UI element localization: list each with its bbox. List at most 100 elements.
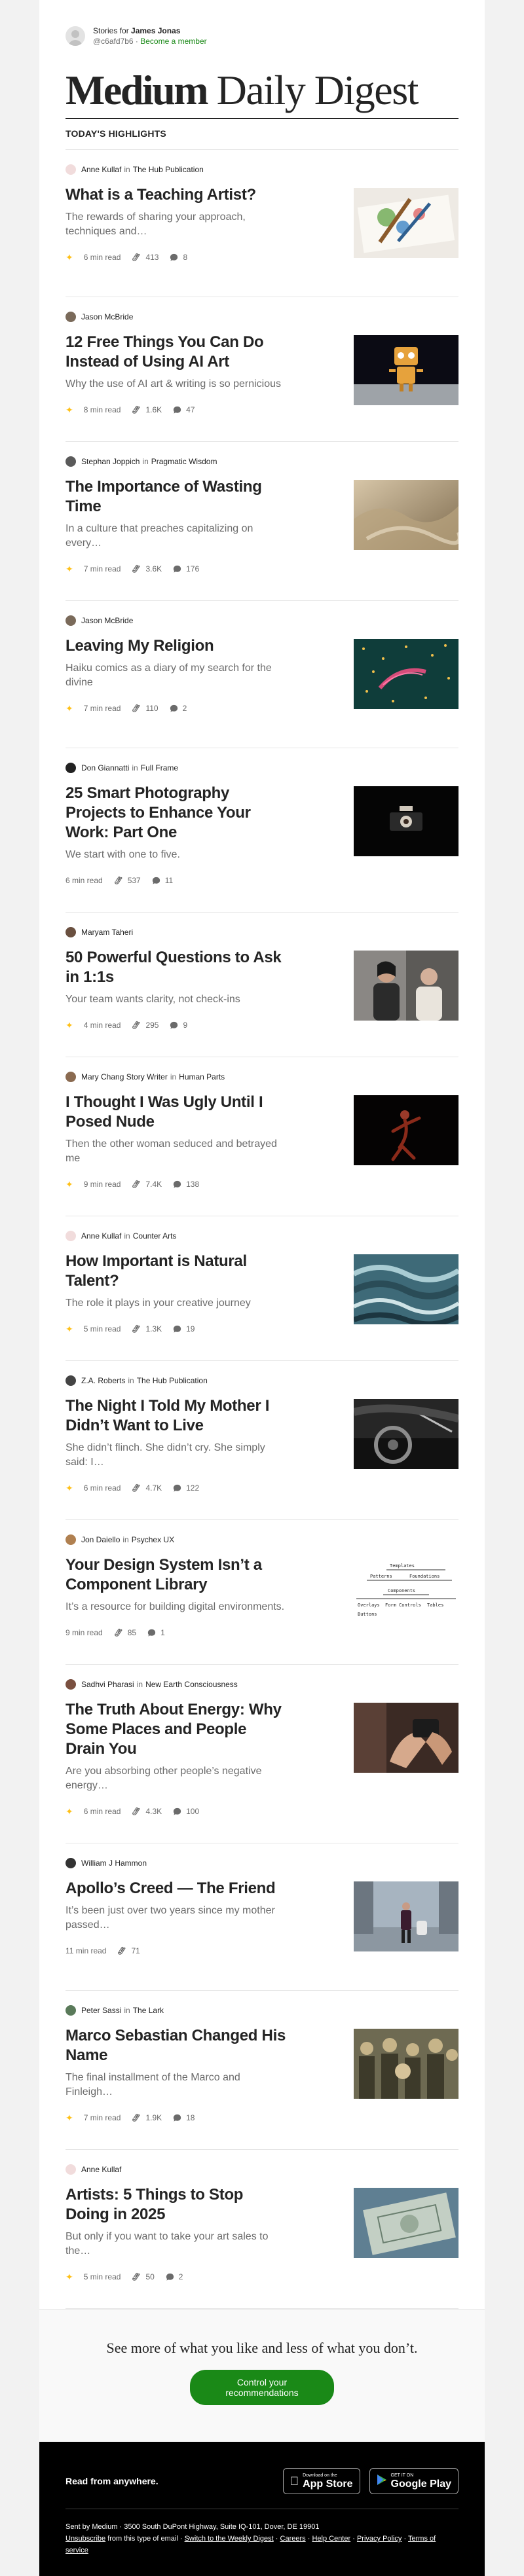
author-name[interactable]: Peter Sassi	[81, 2006, 121, 2015]
article-subtitle[interactable]: Are you absorbing other people’s negativ…	[66, 1764, 288, 1793]
author-avatar[interactable]	[66, 312, 76, 322]
unsubscribe-link[interactable]: Unsubscribe	[66, 2535, 105, 2543]
become-member-link[interactable]: Become a member	[140, 37, 206, 46]
user-name[interactable]: James Jonas	[131, 26, 180, 35]
author-avatar[interactable]	[66, 2005, 76, 2016]
article-title[interactable]: Leaving My Religion	[66, 636, 288, 656]
google-play-badge[interactable]: GET IT ON Google Play	[369, 2468, 458, 2494]
article-thumbnail[interactable]	[354, 335, 458, 405]
article-thumbnail[interactable]	[354, 951, 458, 1021]
author-avatar[interactable]	[66, 1072, 76, 1082]
author-name[interactable]: Anne Kullaf	[81, 165, 121, 174]
article-title[interactable]: What is a Teaching Artist?	[66, 185, 288, 205]
article-card[interactable]: Sadhvi Pharasi in New Earth Consciousness T…	[66, 1665, 458, 1843]
article-card[interactable]: Anne Kullaf Artists: 5 Things to Stop Doi…	[66, 2150, 458, 2309]
article-thumbnail[interactable]	[354, 639, 458, 709]
article-title[interactable]: The Importance of Wasting Time	[66, 477, 288, 517]
author-avatar[interactable]	[66, 1231, 76, 1241]
article-card[interactable]: Anne Kullaf in Counter Arts How Important i…	[66, 1216, 458, 1361]
article-subtitle[interactable]: The rewards of sharing your approach, te…	[66, 210, 288, 239]
author-avatar[interactable]	[66, 164, 76, 175]
author-name[interactable]: Mary Chang Story Writer	[81, 1072, 168, 1081]
article-subtitle[interactable]: The final installment of the Marco and F…	[66, 2071, 288, 2099]
article-subtitle[interactable]: It’s been just over two years since my m…	[66, 1904, 288, 1932]
article-title[interactable]: The Truth About Energy: Why Some Places …	[66, 1700, 288, 1759]
publication-name[interactable]: New Earth Consciousness	[145, 1680, 238, 1689]
author-avatar[interactable]	[66, 1679, 76, 1690]
article-subtitle[interactable]: Then the other woman seduced and betraye…	[66, 1137, 288, 1166]
careers-link[interactable]: Careers	[280, 2535, 306, 2543]
author-avatar[interactable]	[66, 615, 76, 626]
article-subtitle[interactable]: In a culture that preaches capitalizing …	[66, 522, 288, 551]
article-subtitle[interactable]: We start with one to five.	[66, 848, 288, 862]
article-subtitle[interactable]: Your team wants clarity, not check-ins	[66, 992, 288, 1007]
article-title[interactable]: Apollo’s Creed — The Friend	[66, 1879, 288, 1898]
author-avatar[interactable]	[66, 1534, 76, 1545]
help-center-link[interactable]: Help Center	[312, 2535, 350, 2543]
author-name[interactable]: Sadhvi Pharasi	[81, 1680, 134, 1689]
article-card[interactable]: Stephan Joppich in Pragmatic Wisdom The Imp…	[66, 442, 458, 601]
article-subtitle[interactable]: Haiku comics as a diary of my search for…	[66, 661, 288, 690]
article-subtitle[interactable]: Why the use of AI art & writing is so pe…	[66, 377, 288, 391]
publication-name[interactable]: Human Parts	[179, 1072, 225, 1081]
medium-logo[interactable]: Medium	[66, 67, 209, 113]
article-card[interactable]: Don Giannatti in Full Frame 25 Smart Photog…	[66, 748, 458, 913]
article-thumbnail[interactable]	[354, 2188, 458, 2258]
publication-name[interactable]: Counter Arts	[133, 1231, 177, 1241]
publication-name[interactable]: The Hub Publication	[137, 1376, 208, 1385]
control-recommendations-button[interactable]: Control your recommendations	[190, 2370, 334, 2405]
author-avatar[interactable]	[66, 1375, 76, 1386]
article-thumbnail[interactable]	[354, 1399, 458, 1469]
publication-name[interactable]: The Hub Publication	[133, 165, 204, 174]
article-title[interactable]: 12 Free Things You Can Do Instead of Usi…	[66, 333, 288, 372]
article-subtitle[interactable]: But only if you want to take your art sa…	[66, 2230, 288, 2259]
article-card[interactable]: Z.A. Roberts in The Hub Publication The Nig…	[66, 1361, 458, 1520]
app-store-badge[interactable]:  Download on the App Store	[282, 2468, 360, 2494]
user-avatar[interactable]	[66, 26, 85, 46]
author-avatar[interactable]	[66, 1858, 76, 1868]
article-thumbnail[interactable]	[354, 188, 458, 258]
article-thumbnail[interactable]	[354, 1881, 458, 1951]
article-title[interactable]: 50 Powerful Questions to Ask in 1:1s	[66, 948, 288, 987]
article-thumbnail[interactable]	[354, 480, 458, 550]
author-avatar[interactable]	[66, 763, 76, 773]
article-card[interactable]: Jon Daiello in Psychex UX Your Design Syste…	[66, 1520, 458, 1665]
author-name[interactable]: Z.A. Roberts	[81, 1376, 125, 1385]
article-title[interactable]: The Night I Told My Mother I Didn’t Want…	[66, 1396, 288, 1436]
article-card[interactable]: Peter Sassi in The Lark Marco Sebastian Cha…	[66, 1991, 458, 2150]
author-name[interactable]: Maryam Taheri	[81, 928, 133, 937]
article-subtitle[interactable]: It’s a resource for building digital env…	[66, 1600, 288, 1614]
publication-name[interactable]: The Lark	[133, 2006, 164, 2015]
article-title[interactable]: Marco Sebastian Changed His Name	[66, 2026, 288, 2065]
article-thumbnail[interactable]	[354, 1703, 458, 1773]
article-thumbnail[interactable]	[354, 1254, 458, 1324]
privacy-policy-link[interactable]: Privacy Policy	[357, 2535, 402, 2543]
article-thumbnail[interactable]	[354, 2029, 458, 2099]
author-name[interactable]: Jon Daiello	[81, 1535, 120, 1544]
author-avatar[interactable]	[66, 456, 76, 467]
publication-name[interactable]: Psychex UX	[132, 1535, 174, 1544]
author-name[interactable]: Don Giannatti	[81, 763, 129, 772]
article-card[interactable]: Maryam Taheri 50 Powerful Questions to As…	[66, 913, 458, 1057]
article-title[interactable]: Your Design System Isn’t a Component Lib…	[66, 1555, 288, 1595]
author-name[interactable]: Anne Kullaf	[81, 1231, 121, 1241]
article-thumbnail[interactable]	[354, 786, 458, 856]
publication-name[interactable]: Full Frame	[141, 763, 178, 772]
author-name[interactable]: Stephan Joppich	[81, 457, 140, 466]
author-name[interactable]: Jason McBride	[81, 616, 133, 625]
author-name[interactable]: Jason McBride	[81, 312, 133, 321]
article-card[interactable]: Mary Chang Story Writer in Human Parts I Th…	[66, 1057, 458, 1216]
publication-name[interactable]: Pragmatic Wisdom	[151, 457, 217, 466]
article-title[interactable]: 25 Smart Photography Projects to Enhance…	[66, 784, 288, 843]
article-thumbnail[interactable]	[354, 1095, 458, 1165]
author-avatar[interactable]	[66, 2164, 76, 2175]
switch-weekly-link[interactable]: Switch to the Weekly Digest	[185, 2535, 274, 2543]
article-card[interactable]: Jason McBride 12 Free Things You Can Do I…	[66, 297, 458, 442]
article-card[interactable]: Anne Kullaf in The Hub Publication What is …	[66, 150, 458, 297]
article-card[interactable]: Jason McBride Leaving My Religion Haiku co…	[66, 601, 458, 748]
article-title[interactable]: How Important is Natural Talent?	[66, 1252, 288, 1291]
author-name[interactable]: William J Hammon	[81, 1859, 147, 1868]
article-thumbnail[interactable]: Templates Patterns Foundations Components Ov…	[354, 1558, 458, 1628]
article-card[interactable]: William J Hammon Apollo’s Creed — The Fri…	[66, 1843, 458, 1991]
author-name[interactable]: Anne Kullaf	[81, 2165, 121, 2174]
